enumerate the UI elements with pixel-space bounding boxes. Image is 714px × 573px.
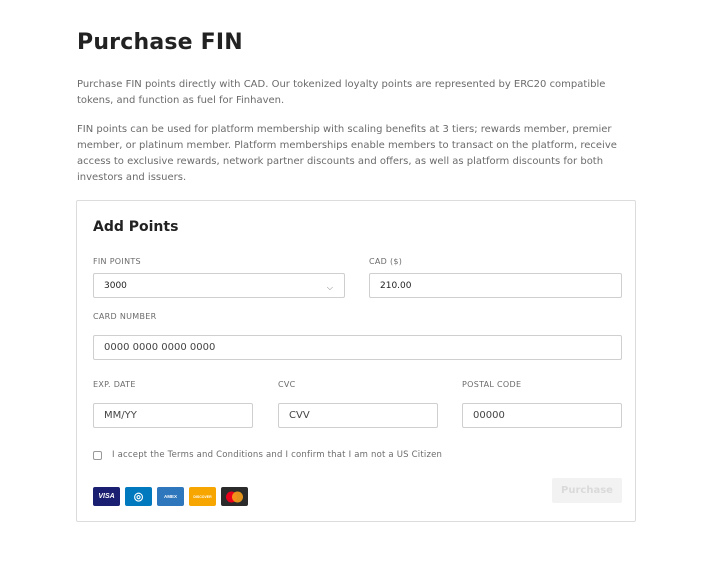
- cvc-input[interactable]: [289, 410, 427, 421]
- cvc-field[interactable]: [278, 403, 438, 428]
- terms-checkbox[interactable]: [93, 451, 102, 460]
- visa-logo: VISA: [93, 487, 120, 506]
- cad-field[interactable]: 210.00: [369, 273, 622, 298]
- chevron-down-icon: ⌵: [326, 283, 333, 292]
- postal-code-input[interactable]: [473, 410, 611, 421]
- postal-code-field[interactable]: [462, 403, 622, 428]
- exp-date-input[interactable]: [104, 410, 242, 421]
- cad-value: 210.00: [380, 280, 412, 291]
- card-title: Add Points: [93, 219, 179, 235]
- intro-paragraph: Purchase FIN points directly with CAD. O…: [77, 79, 606, 106]
- card-number-input[interactable]: [104, 342, 611, 353]
- fin-points-value: 3000: [104, 280, 127, 291]
- postal-code-label: POSTAL CODE: [462, 380, 522, 389]
- mastercard-icon: [226, 491, 243, 502]
- page-title: Purchase FIN: [77, 30, 243, 55]
- fin-points-select[interactable]: 3000 ⌵: [93, 273, 345, 298]
- add-points-card: Add Points FIN POINTS 3000 ⌵ CAD ($) 210…: [76, 200, 636, 522]
- exp-date-label: EXP. DATE: [93, 380, 136, 389]
- cad-label: CAD ($): [369, 257, 403, 266]
- amex-logo: AMEX: [157, 487, 184, 506]
- fin-points-label: FIN POINTS: [93, 257, 141, 266]
- diners-logo: ◎: [125, 487, 152, 506]
- details-paragraph: FIN points can be used for platform memb…: [77, 124, 617, 183]
- card-number-field[interactable]: [93, 335, 622, 360]
- purchase-button[interactable]: Purchase: [552, 478, 622, 503]
- exp-date-field[interactable]: [93, 403, 253, 428]
- terms-label: I accept the Terms and Conditions and I …: [112, 450, 443, 460]
- card-number-label: CARD NUMBER: [93, 312, 157, 321]
- discover-logo: DISCOVER: [189, 487, 216, 506]
- cvc-label: CVC: [278, 380, 296, 389]
- card-logos: VISA ◎ AMEX DISCOVER: [93, 487, 248, 506]
- mastercard-logo: [221, 487, 248, 506]
